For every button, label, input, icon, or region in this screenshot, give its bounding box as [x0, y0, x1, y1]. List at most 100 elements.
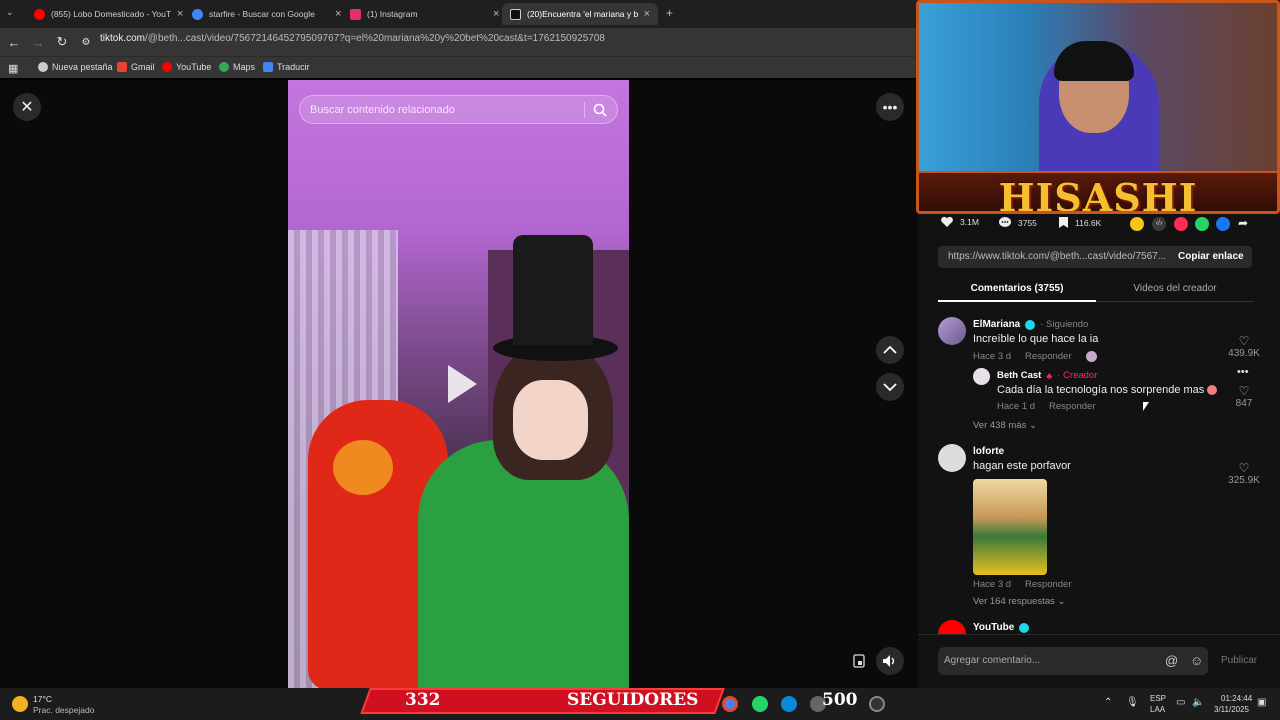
reply-button[interactable]: Responder	[1049, 401, 1095, 412]
new-tab-button[interactable]: +	[666, 6, 673, 20]
close-icon[interactable]: ×	[177, 8, 183, 20]
maps-icon	[219, 62, 229, 72]
chrome-icon[interactable]	[722, 696, 738, 712]
comment-icon	[999, 217, 1011, 227]
reply-text: Cada día la tecnología nos sorprende mas	[997, 384, 1218, 396]
facebook-icon[interactable]	[1216, 217, 1230, 231]
close-icon[interactable]: ×	[493, 8, 499, 20]
embed-icon[interactable]: ‹/›	[1152, 217, 1166, 231]
coin-icon[interactable]	[1130, 217, 1144, 231]
tab-instagram[interactable]: (1) Instagram ×	[342, 3, 507, 25]
comment-author[interactable]: ElMariana · Siguiendo	[973, 319, 1088, 330]
more-options-button[interactable]: •••	[876, 93, 904, 121]
more-icon[interactable]: •••	[1237, 366, 1249, 378]
heart-outline-icon: ♡	[1238, 334, 1250, 348]
next-video-button[interactable]	[876, 373, 904, 401]
microphone-icon[interactable]: 🎙	[1126, 697, 1139, 708]
publish-button[interactable]: Publicar	[1221, 655, 1257, 666]
comment-action[interactable]: 3755	[998, 216, 1037, 229]
browser-tab-bar: ⌄ (855) Lobo Domesticado - YouT × starfi…	[0, 0, 920, 28]
send-icon[interactable]	[1174, 217, 1188, 231]
comment-meta: Hace 3 d Responder	[973, 579, 1072, 590]
comment-author[interactable]: YouTube	[973, 622, 1030, 633]
forward-button[interactable]: →	[26, 35, 50, 50]
pip-icon	[853, 654, 865, 668]
avatar[interactable]	[973, 368, 990, 385]
google-icon	[192, 8, 203, 20]
back-button[interactable]: ←	[2, 35, 26, 50]
search-icon[interactable]	[592, 102, 608, 118]
clock-date[interactable]: 3/11/2025	[1214, 705, 1249, 714]
clock-time[interactable]: 01:24:44	[1221, 694, 1252, 703]
reply-like[interactable]: ♡ 847	[1224, 384, 1264, 409]
previous-video-button[interactable]	[876, 336, 904, 364]
share-link-text[interactable]: https://www.tiktok.com/@beth...cast/vide…	[948, 251, 1168, 262]
tab-tiktok[interactable]: (20)Encuentra 'el mariana y bet ×	[502, 3, 658, 25]
reply-button[interactable]: Responder	[1025, 351, 1071, 362]
share-icon[interactable]: ➦	[1238, 216, 1248, 230]
apps-icon[interactable]: ▦	[8, 62, 18, 75]
bookmark-maps[interactable]: Maps	[219, 62, 255, 72]
view-more-replies[interactable]: Ver 164 respuestas ⌄	[973, 596, 1065, 607]
site-info-icon[interactable]: ⚙	[74, 37, 98, 48]
tab-comments[interactable]: Comentarios (3755)	[938, 283, 1096, 294]
share-link-box: https://www.tiktok.com/@beth...cast/vide…	[938, 246, 1252, 268]
reply-author[interactable]: Beth Cast ♣ · Creador	[997, 370, 1097, 381]
tab-youtube[interactable]: (855) Lobo Domesticado - YouT ×	[26, 3, 191, 25]
notification-icon[interactable]: ▣	[1257, 697, 1266, 708]
creator-liked-icon	[1085, 351, 1097, 362]
bookmark-youtube[interactable]: YouTube	[162, 62, 211, 72]
bookmark-new-tab[interactable]: Nueva pestaña	[38, 62, 113, 72]
view-more-replies[interactable]: Ver 438 más ⌄	[973, 420, 1037, 431]
bookmarks-bar: ▦ Nueva pestaña Gmail YouTube Maps Tradu…	[0, 56, 920, 78]
like-action[interactable]: 3.1M	[940, 216, 979, 228]
volume-icon[interactable]: 🔈	[1192, 697, 1204, 708]
weather-desc: Prac. despejado	[33, 705, 95, 715]
mention-icon[interactable]: @	[1165, 653, 1178, 668]
tab-creator-videos[interactable]: Videos del creador	[1096, 283, 1254, 294]
emoji-icon[interactable]: ☺	[1190, 653, 1203, 668]
play-icon[interactable]	[444, 362, 480, 406]
language-code[interactable]: ESP	[1150, 694, 1166, 703]
tiktok-icon	[510, 8, 521, 20]
reload-button[interactable]: ↻	[50, 34, 74, 50]
whatsapp-icon[interactable]	[752, 696, 768, 712]
avatar[interactable]	[938, 317, 966, 345]
copy-link-button[interactable]: Copiar enlace	[1178, 251, 1244, 262]
active-tab-indicator	[938, 300, 1096, 302]
translate-icon	[263, 62, 273, 72]
comment-text: Increíble lo que hace la ia	[973, 333, 1099, 345]
related-search-box[interactable]: Buscar contenido relacionado	[299, 95, 618, 124]
bookmark-translate[interactable]: Traducir	[263, 62, 310, 72]
save-action[interactable]: 116.6K	[1058, 216, 1101, 229]
app-icon[interactable]	[869, 696, 885, 712]
avatar[interactable]	[938, 444, 966, 472]
keyboard-layout[interactable]: LAA	[1150, 705, 1165, 714]
comment-meta: Hace 3 d Responder	[973, 351, 1097, 362]
tray-expand-icon[interactable]: ⌃	[1104, 697, 1112, 708]
comment-author[interactable]: loforte	[973, 446, 1004, 457]
close-icon[interactable]: ×	[335, 8, 341, 20]
bookmark-gmail[interactable]: Gmail	[117, 62, 155, 72]
comment-input[interactable]: Agregar comentario... @ ☺	[938, 647, 1208, 675]
close-icon[interactable]: ×	[644, 8, 650, 20]
network-icon[interactable]: ▭	[1176, 697, 1185, 708]
tab-list-icon[interactable]: ⌄	[6, 7, 14, 18]
mouse-cursor	[1143, 402, 1149, 411]
comment-like[interactable]: ♡ 439.9K	[1224, 334, 1264, 359]
verified-icon	[1025, 319, 1036, 330]
tab-google[interactable]: starfire - Buscar con Google ×	[184, 3, 349, 25]
edge-icon[interactable]	[781, 696, 797, 712]
followers-label: SEGUIDORES	[567, 690, 699, 710]
url-field[interactable]: tiktok.com/@beth...cast/video/7567214645…	[100, 33, 605, 44]
picture-in-picture-button[interactable]	[845, 647, 873, 675]
reply-button[interactable]: Responder	[1025, 579, 1071, 590]
volume-button[interactable]	[876, 647, 904, 675]
close-video-button[interactable]: ✕	[13, 93, 41, 121]
comment-image[interactable]	[973, 479, 1047, 575]
weather-icon[interactable]	[12, 696, 28, 712]
chevron-up-icon	[883, 345, 897, 354]
instagram-icon	[350, 8, 361, 20]
whatsapp-icon[interactable]	[1195, 217, 1209, 231]
comment-like[interactable]: ♡ 325.9K	[1224, 461, 1264, 486]
